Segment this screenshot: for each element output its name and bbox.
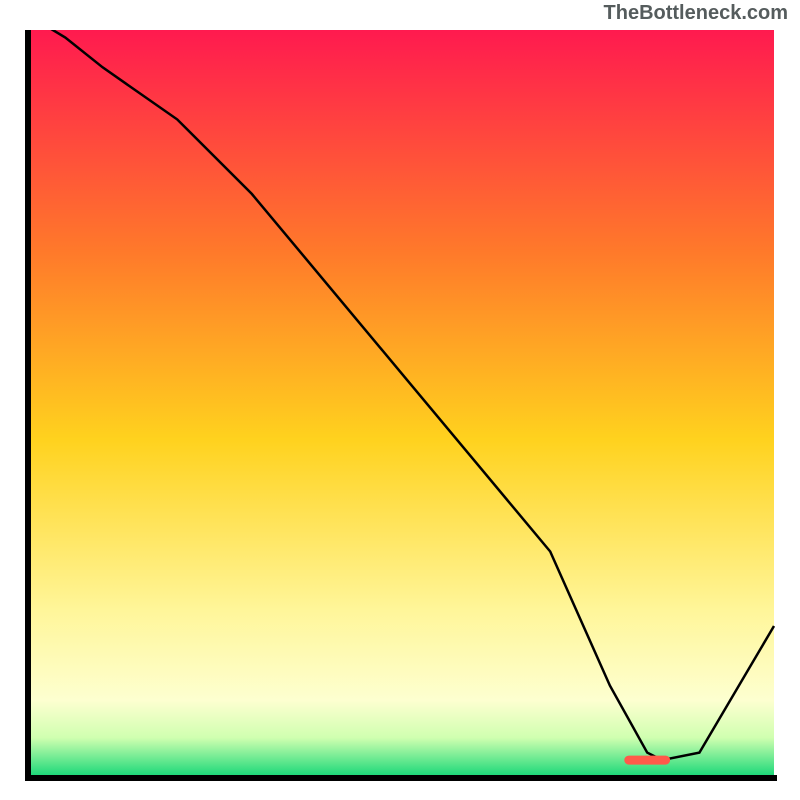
chart-plot-area <box>25 30 777 782</box>
source-link[interactable]: TheBottleneck.com <box>604 2 788 25</box>
chart-background-gradient <box>28 30 774 775</box>
optimal-range-marker <box>625 756 670 764</box>
chart-svg <box>25 30 777 782</box>
